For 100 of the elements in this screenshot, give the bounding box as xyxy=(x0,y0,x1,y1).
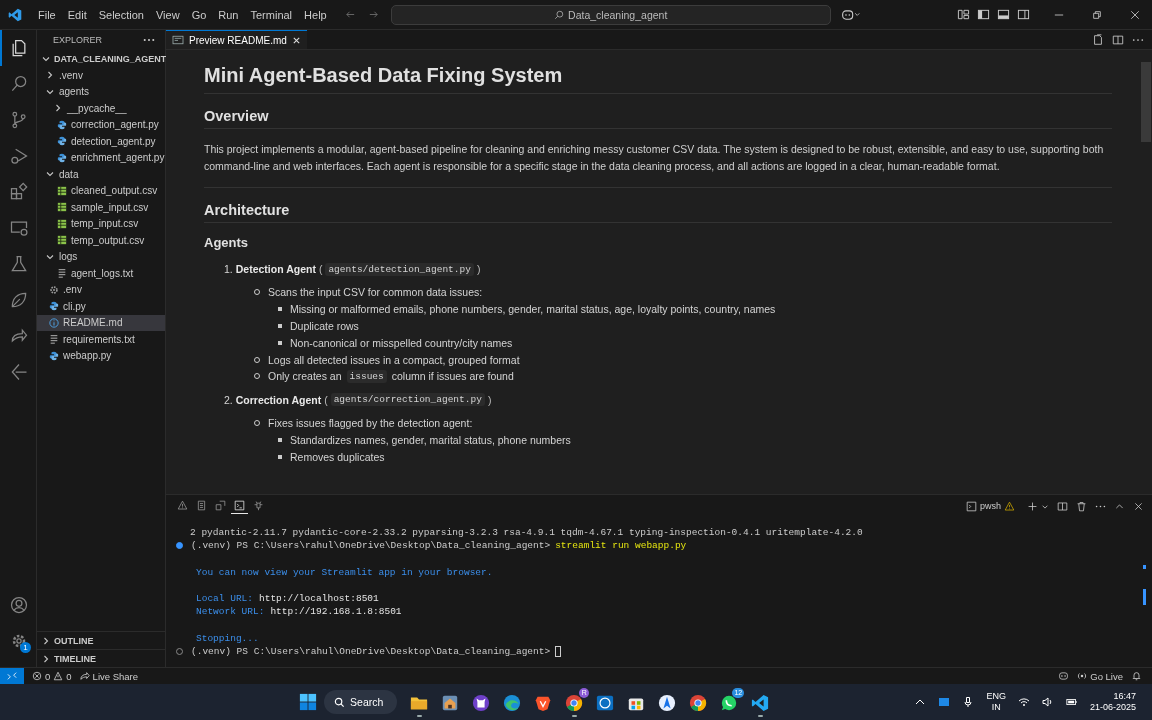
section-header[interactable]: OUTLINE xyxy=(37,631,165,649)
robot-icon[interactable] xyxy=(1058,671,1070,681)
tree-item[interactable]: README.md xyxy=(37,314,165,331)
split-icon[interactable] xyxy=(1057,500,1068,512)
trash-icon[interactable] xyxy=(1076,500,1087,512)
list-text: Removes duplicates xyxy=(290,450,385,463)
menu-item[interactable]: Go xyxy=(185,8,213,21)
start-icon[interactable] xyxy=(299,693,318,711)
list-text: Duplicate rows xyxy=(290,320,359,332)
warning-icon xyxy=(53,671,64,681)
url-value: http://localhost:8501 xyxy=(259,591,379,606)
wifi-icon[interactable] xyxy=(1017,696,1030,708)
url-label: Local URL: xyxy=(196,591,253,606)
forward-arrow-icon[interactable] xyxy=(367,9,379,20)
speaker-icon[interactable] xyxy=(1041,696,1054,708)
bell-icon[interactable] xyxy=(1131,671,1142,681)
command-search-field[interactable]: Data_cleaning_agent xyxy=(390,4,831,25)
bullet-icon xyxy=(278,340,282,345)
house-icon xyxy=(441,693,460,712)
tree-item[interactable]: temp_input.csv xyxy=(37,215,165,232)
layout-icon[interactable] xyxy=(957,8,970,21)
extensions-icon xyxy=(9,182,29,202)
close-icon[interactable] xyxy=(1130,9,1140,20)
tree-item[interactable]: .venv xyxy=(37,67,165,84)
tree-item[interactable]: agents xyxy=(37,83,165,100)
robot-icon[interactable] xyxy=(840,8,861,21)
terminal-icon xyxy=(234,500,245,511)
menu-item[interactable]: Terminal xyxy=(244,8,299,21)
tree-item[interactable]: logs xyxy=(37,248,165,265)
battery-icon[interactable] xyxy=(1065,696,1078,708)
live-share-button[interactable]: Live Share xyxy=(79,670,138,682)
tree-item[interactable]: detection_agent.py xyxy=(37,133,165,150)
menu-item[interactable]: File xyxy=(32,8,62,21)
url-value: http://192.168.1.8:8501 xyxy=(270,605,402,619)
file-path: agents/detection_agent.py xyxy=(325,262,474,276)
sidebar-left-icon[interactable] xyxy=(977,8,990,21)
terminal-icon xyxy=(966,500,977,512)
plus-icon[interactable] xyxy=(1027,500,1038,512)
back-arrow-icon[interactable] xyxy=(344,9,356,20)
menu-item[interactable]: Help xyxy=(298,8,333,21)
close-icon[interactable] xyxy=(1133,500,1144,512)
info-icon xyxy=(49,317,59,328)
tree-item[interactable]: cleaned_output.csv xyxy=(37,182,165,199)
editor-tab[interactable]: Preview README.md xyxy=(166,30,307,49)
scrollbar-thumb[interactable] xyxy=(1141,62,1151,142)
terminal-instance[interactable]: pwsh xyxy=(966,500,1015,512)
table-file-icon xyxy=(57,202,67,213)
list-number: 2. xyxy=(224,393,233,406)
subsection-heading: Agents xyxy=(204,235,250,250)
search-icon xyxy=(9,74,29,94)
problems-status[interactable]: 0 0 xyxy=(32,670,72,682)
section-heading: Architecture xyxy=(204,202,1112,223)
tree-item[interactable]: correction_agent.py xyxy=(37,116,165,133)
menu-item[interactable]: Run xyxy=(212,8,245,21)
microphone-icon[interactable] xyxy=(962,696,975,708)
bullet-icon xyxy=(278,324,282,328)
workspace-header[interactable]: DATA_CLEANING_AGENT xyxy=(37,50,165,67)
panel-tab[interactable] xyxy=(231,498,248,514)
menu-item[interactable]: View xyxy=(149,8,186,21)
tree-item[interactable]: cli.py xyxy=(37,298,165,315)
bullet-icon xyxy=(278,307,282,312)
tree-item[interactable]: webapp.py xyxy=(37,347,165,364)
parenthesis: ) xyxy=(476,263,481,275)
more-icon[interactable] xyxy=(143,38,155,42)
tree-item[interactable]: agent_logs.txt xyxy=(37,265,165,282)
tree-item[interactable]: enrichment_agent.py xyxy=(37,149,165,166)
menu-item[interactable]: Edit xyxy=(61,8,93,21)
language-indicator[interactable]: ENG IN xyxy=(986,691,1006,713)
close-icon[interactable] xyxy=(291,35,301,45)
open-source-icon[interactable] xyxy=(1092,33,1104,46)
list-text: Only creates an xyxy=(268,370,342,383)
split-editor-icon[interactable] xyxy=(1112,33,1124,46)
url-label: Network URL: xyxy=(196,605,265,619)
agent-name: Detection Agent xyxy=(235,263,316,275)
terminal-prompt: (.venv) PS C:\Users\rahul\OneDrive\Desktop\Data_cleaning_agent> xyxy=(191,539,551,553)
tray-app-icon[interactable] xyxy=(938,696,951,708)
tree-item[interactable]: requirements.txt xyxy=(37,331,165,348)
table-file-icon xyxy=(57,185,67,196)
menu-item[interactable]: Selection xyxy=(92,8,150,21)
terminal-prompt: (.venv) PS C:\Users\rahul\OneDrive\Desktop\Data_cleaning_agent> xyxy=(191,644,551,658)
account-icon[interactable] xyxy=(9,595,29,615)
chevron-right-icon xyxy=(45,70,55,81)
app-logo-icon xyxy=(8,7,22,22)
notification-badge: 1 xyxy=(20,642,31,653)
restore-icon[interactable] xyxy=(1092,9,1102,20)
tree-item[interactable]: .env xyxy=(37,281,165,298)
tree-item[interactable]: data xyxy=(37,166,165,183)
branch-icon xyxy=(9,110,29,130)
list-text: Logs all detected issues in a compact, grouped format xyxy=(268,353,520,366)
taskbar-search[interactable]: Search xyxy=(324,690,398,714)
clock[interactable]: 16:47 21-06-2025 xyxy=(1089,691,1136,713)
inline-code: issues xyxy=(346,369,387,383)
sidebar-right-icon[interactable] xyxy=(1017,8,1030,21)
tree-item[interactable]: __pycache__ xyxy=(37,100,165,117)
tree-item[interactable]: temp_output.csv xyxy=(37,232,165,249)
share-arrow-icon xyxy=(79,671,90,681)
text-file-icon xyxy=(49,334,59,345)
tree-item[interactable]: sample_input.csv xyxy=(37,199,165,216)
panel-bottom-icon[interactable] xyxy=(997,8,1010,21)
go-live-button[interactable]: Go Live xyxy=(1077,670,1123,682)
